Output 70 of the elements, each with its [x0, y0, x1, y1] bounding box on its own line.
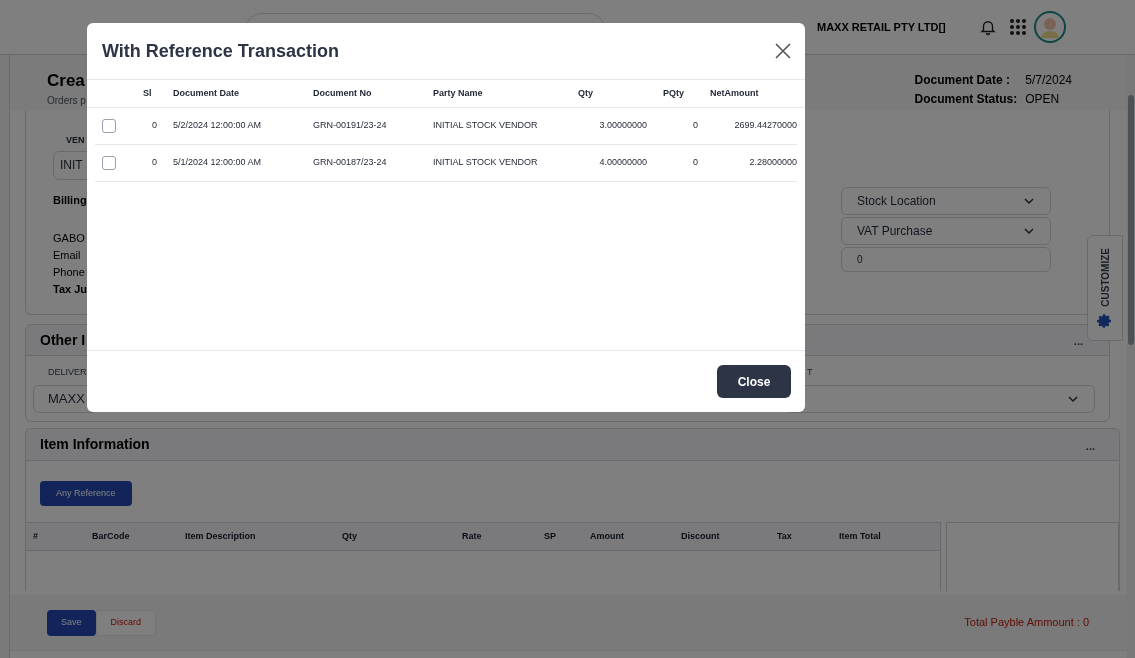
select-field[interactable]: VAT Purchase	[841, 217, 1051, 245]
column-header: Qty	[342, 531, 357, 541]
document-date: 5/7/2024	[1025, 72, 1072, 89]
section-title: Item Information	[40, 435, 150, 454]
company-name: MAXX RETAIL PTY LTD[]	[817, 19, 946, 35]
table-cell: GRN-00191/23-24	[313, 120, 387, 131]
customize-tab[interactable]: CUSTOMIZE	[1087, 235, 1123, 341]
bell-icon[interactable]	[978, 18, 997, 36]
section-title: Other I	[40, 330, 86, 350]
delivery-label: DELIVER	[48, 366, 88, 379]
table-cell: 0	[152, 120, 157, 131]
table-cell: 3.00000000	[599, 120, 647, 131]
table-cell: GRN-00187/23-24	[313, 157, 387, 168]
gear-icon	[1097, 312, 1113, 329]
table-cell: 0	[693, 157, 698, 168]
scrollbar[interactable]	[1127, 55, 1135, 658]
table-cell: 0	[152, 157, 157, 168]
discard-button[interactable]: Discard	[95, 609, 157, 636]
column-header: Amount	[590, 531, 624, 541]
more-menu[interactable]: ...	[1073, 335, 1083, 347]
row-checkbox[interactable]	[102, 156, 116, 170]
apps-grid-icon[interactable]	[1008, 18, 1027, 36]
tax-label: Tax Ju	[53, 282, 89, 297]
chevron-down-icon	[1023, 225, 1035, 237]
table-cell: 2699.44270000	[734, 120, 797, 131]
total-payable: Total Payble Ammount : 0	[964, 615, 1089, 631]
column-header: Sl	[143, 87, 152, 98]
column-header: Qty	[578, 87, 593, 98]
column-header: Party Name	[433, 87, 483, 98]
select-field[interactable]: Stock Location	[841, 187, 1051, 215]
column-header: Document No	[313, 87, 372, 98]
document-status: OPEN	[1025, 91, 1061, 108]
billing-label: Billing	[53, 192, 88, 208]
column-header: Tax	[777, 531, 792, 541]
table-cell: 2.28000000	[749, 157, 797, 168]
any-reference-button[interactable]: Any Reference	[40, 481, 132, 507]
save-button[interactable]: Save	[47, 609, 96, 636]
column-header: Document Date	[173, 87, 239, 98]
more-menu[interactable]: ...	[1085, 439, 1095, 452]
table-cell: INITIAL STOCK VENDOR	[433, 157, 538, 168]
chevron-down-icon	[1023, 195, 1035, 207]
column-header: BarCode	[92, 531, 130, 541]
address-line: GABO	[53, 231, 86, 246]
number-field[interactable]: 0	[841, 247, 1051, 272]
page-title: Crea	[47, 72, 86, 89]
document-status-label: Document Status:	[914, 91, 1018, 108]
table-cell: 0	[693, 120, 698, 131]
document-date-label: Document Date :	[914, 72, 1011, 89]
column-header: Item Total	[839, 531, 881, 541]
close-icon[interactable]	[775, 43, 791, 59]
vendor-label: VEN	[66, 134, 86, 147]
address-line: Phone	[53, 265, 86, 280]
page-subtitle: Orders p	[47, 94, 86, 108]
table-cell: 5/1/2024 12:00:00 AM	[173, 157, 262, 168]
column-header: Item Description	[185, 531, 256, 541]
table-cell: 5/2/2024 12:00:00 AM	[173, 120, 262, 131]
field-label: T	[807, 366, 814, 379]
close-button[interactable]: Close	[717, 365, 791, 398]
table-cell: 4.00000000	[599, 157, 647, 168]
column-header: PQty	[663, 87, 684, 98]
column-header: NetAmount	[710, 87, 759, 98]
table-cell: INITIAL STOCK VENDOR	[433, 120, 538, 131]
column-header: SP	[544, 531, 556, 541]
column-header: Rate	[462, 531, 482, 541]
column-header: #	[33, 531, 38, 541]
column-header: Discount	[681, 531, 720, 541]
row-checkbox[interactable]	[102, 119, 116, 133]
address-line: Email	[53, 248, 82, 263]
avatar[interactable]	[1032, 10, 1067, 44]
dialog-title: With Reference Transaction	[102, 39, 339, 63]
